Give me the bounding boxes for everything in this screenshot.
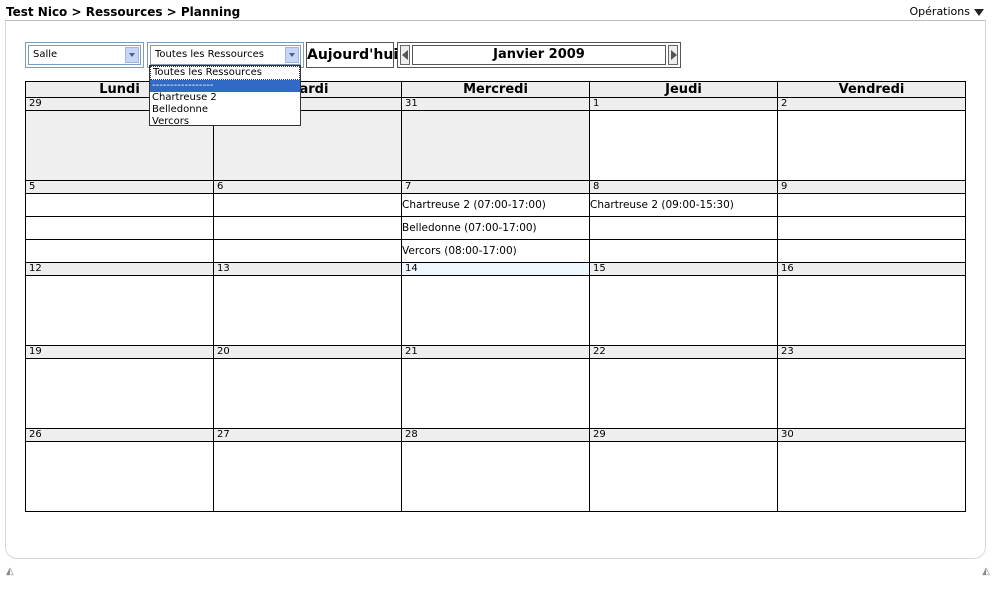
day-number-today: 14	[401, 262, 590, 276]
day-cell[interactable]	[213, 441, 402, 512]
day-cell[interactable]	[401, 275, 590, 346]
day-cell[interactable]	[25, 358, 214, 429]
next-month-icon[interactable]	[668, 45, 678, 65]
day-number: 5	[25, 180, 214, 194]
day-number: 2	[777, 97, 966, 111]
day-number: 13	[213, 262, 402, 276]
day-cell[interactable]	[213, 358, 402, 429]
day-number: 30	[777, 428, 966, 442]
dropdown-option[interactable]: Belledonne	[150, 104, 300, 116]
dropdown-option[interactable]: Chartreuse 2	[150, 92, 300, 104]
day-cell[interactable]	[777, 193, 966, 217]
day-cell[interactable]	[777, 358, 966, 429]
day-cell[interactable]	[589, 110, 778, 181]
chevron-down-icon[interactable]	[125, 47, 139, 63]
dropdown-option[interactable]: Vercors	[150, 116, 300, 128]
type-select-value: Salle	[33, 49, 58, 60]
day-cell[interactable]	[401, 110, 590, 181]
day-cell[interactable]	[213, 216, 402, 240]
day-number: 16	[777, 262, 966, 276]
dropdown-option[interactable]: Toutes les Ressources	[150, 66, 300, 80]
type-select[interactable]: Salle	[25, 42, 144, 68]
day-cell[interactable]	[777, 275, 966, 346]
breadcrumb: Test Nico > Ressources > Planning	[6, 5, 241, 19]
day-number: 1	[589, 97, 778, 111]
day-number: 15	[589, 262, 778, 276]
day-number: 20	[213, 345, 402, 359]
day-number: 27	[213, 428, 402, 442]
calendar-grid: Lundi Mardi Mercredi Jeudi Vendredi 29 3…	[25, 81, 966, 512]
day-cell[interactable]	[25, 441, 214, 512]
day-number: 21	[401, 345, 590, 359]
resize-right-icon: ◭	[982, 566, 990, 577]
prev-month-icon[interactable]	[400, 45, 410, 65]
day-cell[interactable]	[777, 216, 966, 240]
resize-left-icon: ◭	[6, 566, 14, 577]
day-header: Mercredi	[401, 81, 590, 98]
day-header: Vendredi	[777, 81, 966, 98]
event-item[interactable]: Chartreuse 2 (07:00-17:00)	[401, 193, 590, 217]
day-cell[interactable]	[213, 275, 402, 346]
month-navigator: Janvier 2009	[397, 42, 681, 68]
day-cell[interactable]	[589, 441, 778, 512]
operations-label: Opérations	[909, 5, 970, 18]
event-item[interactable]: Chartreuse 2 (09:00-15:30)	[589, 193, 778, 217]
day-cell[interactable]	[589, 275, 778, 346]
day-header: Jeudi	[589, 81, 778, 98]
day-cell[interactable]	[589, 216, 778, 240]
day-number: 12	[25, 262, 214, 276]
day-cell[interactable]	[213, 193, 402, 217]
today-button[interactable]: Aujourd'hui	[306, 42, 398, 68]
month-title: Janvier 2009	[412, 45, 666, 65]
day-cell[interactable]	[777, 441, 966, 512]
day-number: 7	[401, 180, 590, 194]
operations-menu[interactable]: Opérations	[910, 5, 984, 18]
day-number: 26	[25, 428, 214, 442]
day-number: 31	[401, 97, 590, 111]
day-cell[interactable]	[401, 441, 590, 512]
day-number: 9	[777, 180, 966, 194]
event-item[interactable]: Belledonne (07:00-17:00)	[401, 216, 590, 240]
day-number: 19	[25, 345, 214, 359]
day-cell[interactable]	[777, 110, 966, 181]
day-number: 22	[589, 345, 778, 359]
day-cell[interactable]	[25, 239, 214, 263]
day-number: 28	[401, 428, 590, 442]
day-cell[interactable]	[589, 239, 778, 263]
day-cell[interactable]	[401, 358, 590, 429]
day-number: 23	[777, 345, 966, 359]
day-cell[interactable]	[25, 216, 214, 240]
day-number: 29	[589, 428, 778, 442]
day-number: 6	[213, 180, 402, 194]
event-item[interactable]: Vercors (08:00-17:00)	[401, 239, 590, 263]
chevron-down-icon[interactable]	[285, 47, 299, 63]
caret-down-icon	[974, 8, 984, 16]
day-cell[interactable]	[589, 358, 778, 429]
dropdown-option-selected[interactable]: -----------------	[150, 80, 300, 92]
day-number: 8	[589, 180, 778, 194]
day-cell[interactable]	[25, 193, 214, 217]
day-cell[interactable]	[777, 239, 966, 263]
day-cell[interactable]	[25, 275, 214, 346]
day-cell[interactable]	[213, 239, 402, 263]
resource-select-value: Toutes les Ressources	[155, 49, 264, 60]
resource-dropdown-list: Toutes les Ressources ----------------- …	[149, 65, 301, 128]
